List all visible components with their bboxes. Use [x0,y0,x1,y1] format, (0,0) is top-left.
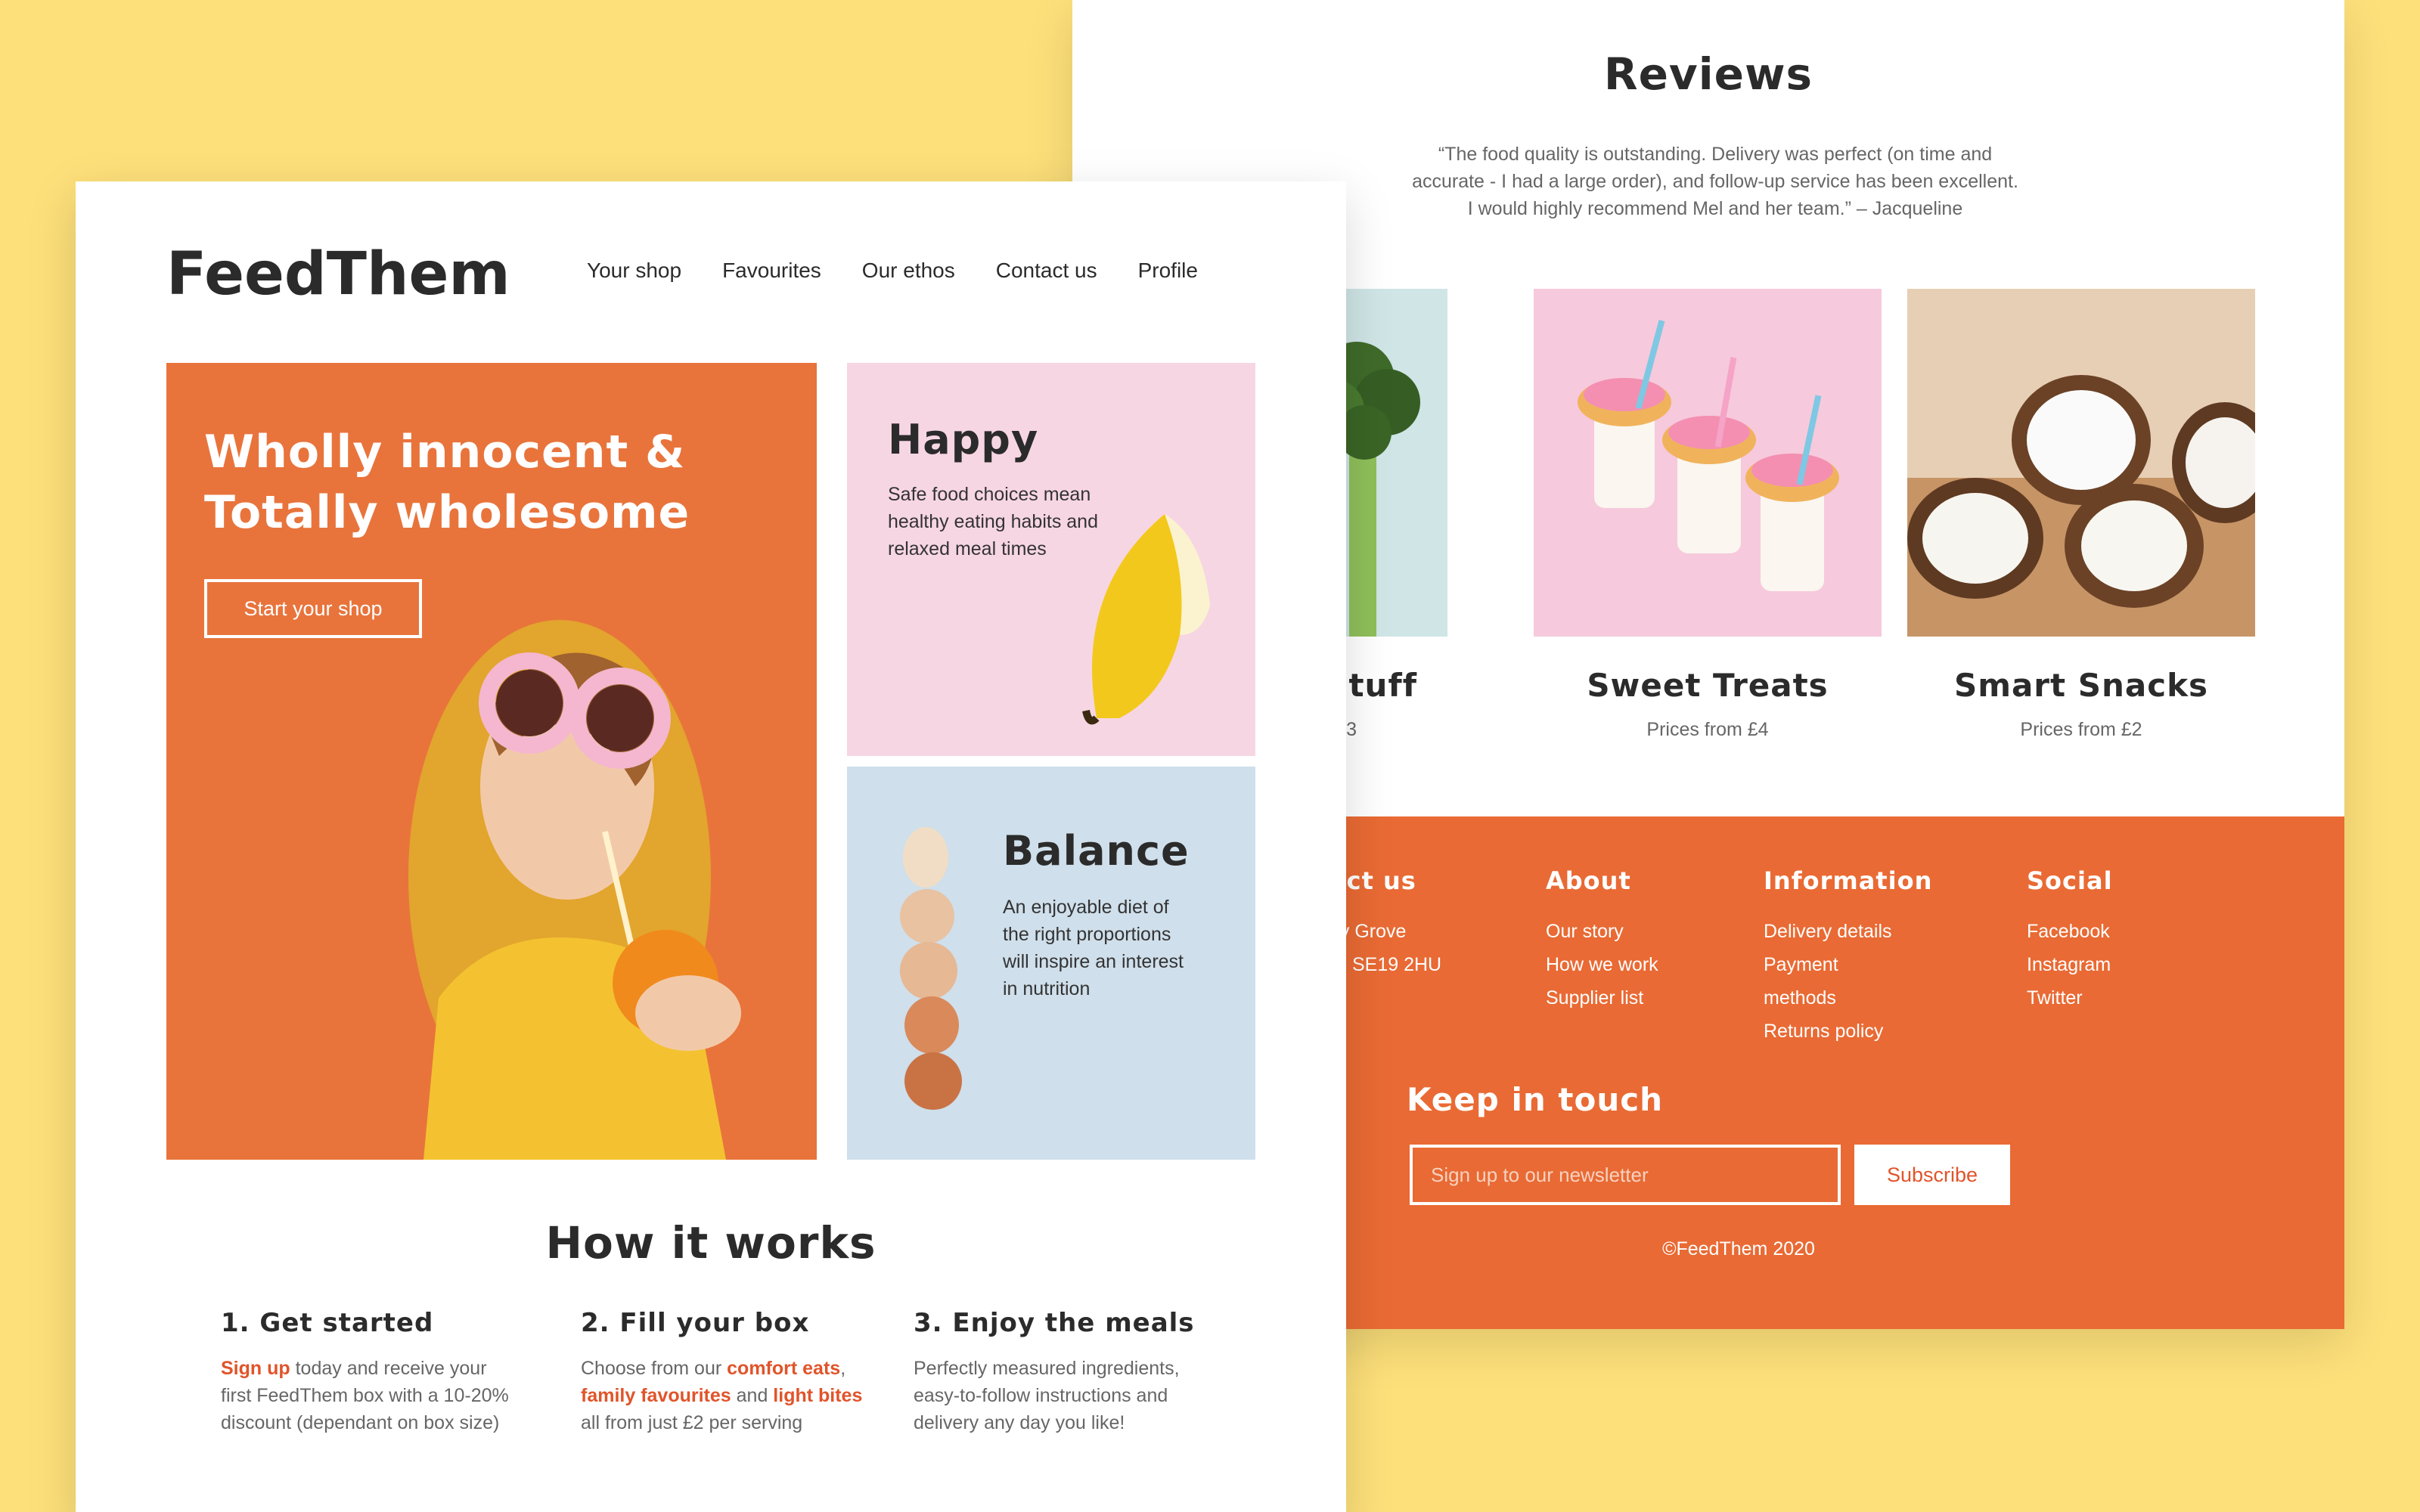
step-text: Perfectly measured ingredients, [914,1358,1180,1379]
step-text: easy-to-follow instructions and [914,1385,1168,1406]
keep-in-touch-heading: Keep in touch [1407,1081,1664,1118]
footer-link-instagram[interactable]: Instagram [2027,948,2113,981]
product-card-sweet-treats[interactable]: Sweet Treats Prices from £4 [1534,289,1882,741]
step-text: Choose from our [581,1358,728,1379]
footer-link-supplier-list[interactable]: Supplier list [1546,981,1658,1015]
footer-heading: act us [1329,866,1416,895]
happy-text-line: relaxed meal times [888,538,1047,559]
step-description: Sign up today and receive your first Fee… [221,1355,538,1436]
balance-text-line: will inspire an interest [1003,951,1184,972]
nav-contact-us[interactable]: Contact us [996,259,1097,283]
balance-text-line: the right proportions [1003,924,1171,945]
product-card-smart-snacks[interactable]: Smart Snacks Prices from £2 [1907,289,2255,741]
balance-tile: Balance An enjoyable diet of the right p… [847,767,1255,1160]
subscribe-button[interactable]: Subscribe [1854,1145,2010,1205]
footer-information: Information Delivery details Payment met… [1764,866,1932,1048]
footer-link-returns[interactable]: Returns policy [1764,1015,1932,1048]
hero-title-line: Wholly innocent & [204,426,686,479]
light-bites-link[interactable]: light bites [773,1385,862,1406]
balance-text-line: in nutrition [1003,978,1091,999]
footer-address-line: SE19 2HU [1352,954,1442,975]
step-text: all from just £2 per serving [581,1412,803,1433]
footer-heading: Social [2027,866,2113,895]
footer-link-twitter[interactable]: Twitter [2027,981,2113,1015]
footer-contact: act us ey Grove SE19 2HU [1329,866,1441,981]
hero-banner: Wholly innocent & Totally wholesome Star… [166,363,817,1160]
footer-link-methods[interactable]: methods [1764,981,1932,1015]
comfort-eats-link[interactable]: comfort eats [727,1358,840,1379]
sign-up-link[interactable]: Sign up [221,1358,290,1379]
nav-our-ethos[interactable]: Our ethos [862,259,955,283]
happy-text-line: healthy eating habits and [888,511,1098,532]
footer-address-line: ey Grove [1329,921,1407,942]
coconut-image [1907,289,2255,637]
hero-title: Wholly innocent & Totally wholesome [204,422,690,543]
family-favourites-link[interactable]: family favourites [581,1385,731,1406]
step-get-started: 1. Get started Sign up today and receive… [221,1308,538,1436]
footer-social: Social Facebook Instagram Twitter [2027,866,2113,1015]
front-page: FeedThem Your shop Favourites Our ethos … [76,181,1346,1512]
step-text: first FeedThem box with a 10-20% [221,1385,509,1406]
step-enjoy-the-meals: 3. Enjoy the meals Perfectly measured in… [914,1308,1231,1436]
step-text: today and receive your [290,1358,487,1379]
step-description: Choose from our comfort eats, family fav… [581,1355,898,1436]
footer-heading: About [1546,866,1631,895]
review-quote: “The food quality is outstanding. Delive… [1337,141,2093,222]
step-fill-your-box: 2. Fill your box Choose from our comfort… [581,1308,898,1436]
nav-profile[interactable]: Profile [1138,259,1198,283]
newsletter-input[interactable]: Sign up to our newsletter [1410,1145,1841,1205]
product-price: Prices from £4 [1646,719,1769,740]
start-your-shop-button[interactable]: Start your shop [204,579,422,638]
product-name: Smart Snacks [1953,667,2209,704]
step-description: Perfectly measured ingredients, easy-to-… [914,1355,1231,1436]
happy-text-line: Safe food choices mean [888,484,1091,505]
balance-text-line: An enjoyable diet of [1003,897,1169,918]
happy-description: Safe food choices mean healthy eating ha… [888,481,1098,562]
footer-link-how-we-work[interactable]: How we work [1546,948,1658,981]
step-title: 3. Enjoy the meals [914,1308,1195,1338]
footer-about: About Our story How we work Supplier lis… [1546,866,1658,1015]
balance-description: An enjoyable diet of the right proportio… [1003,894,1184,1002]
donut-milk-image [1534,289,1882,637]
nav-your-shop[interactable]: Your shop [587,259,681,283]
step-text: delivery any day you like! [914,1412,1125,1433]
logo[interactable]: FeedThem [166,240,510,308]
footer-heading: Information [1764,866,1933,895]
review-quote-line: “The food quality is outstanding. Delive… [1438,144,1993,165]
hero-title-line: Totally wholesome [204,486,690,539]
review-quote-line: I would highly recommend Mel and her tea… [1467,198,1963,219]
nav-favourites[interactable]: Favourites [722,259,821,283]
how-it-works-title: How it works [545,1217,876,1269]
step-title: 2. Fill your box [581,1308,810,1338]
product-name: Sweet Treats [1587,667,1829,704]
happy-title: Happy [888,416,1039,463]
footer-link-our-story[interactable]: Our story [1546,915,1658,948]
main-nav: Your shop Favourites Our ethos Contact u… [587,259,1198,283]
footer-link-facebook[interactable]: Facebook [2027,915,2113,948]
step-title: 1. Get started [221,1308,434,1338]
footer-link-delivery[interactable]: Delivery details [1764,915,1932,948]
step-text: , [840,1358,846,1379]
review-quote-line: accurate - I had a large order), and fol… [1412,171,2018,192]
step-text: discount (dependant on box size) [221,1412,500,1433]
footer-link-payment[interactable]: Payment [1764,948,1932,981]
balance-title: Balance [1003,827,1190,875]
happy-tile: Happy Safe food choices mean healthy eat… [847,363,1255,756]
reviews-title: Reviews [1603,48,1813,100]
step-text: and [731,1385,774,1406]
product-price: Prices from £2 [2020,719,2142,740]
